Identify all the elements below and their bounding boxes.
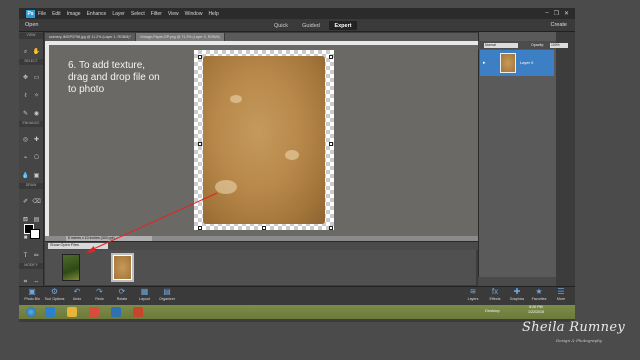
internet-explorer-icon[interactable] (45, 307, 55, 317)
undo-icon: ↶ (73, 287, 81, 296)
presentation-slide: Ps File Edit Image Enhance Layer Select … (0, 0, 640, 360)
more-icon: ☰ (557, 287, 565, 296)
task-label: More (556, 297, 566, 301)
blend-mode-select[interactable]: Normal (484, 43, 518, 48)
photo-bin-icon: ▣ (28, 287, 36, 296)
visibility-eye-icon[interactable]: ▸ (483, 60, 486, 66)
favorites-icon: ★ (535, 287, 543, 296)
system-clock[interactable]: 6:20 PM 1/22/2015 (528, 305, 544, 315)
graphics-icon: ✚ (513, 287, 521, 296)
tool-options-icon: ⚙ (50, 287, 59, 296)
watermark-signature: Sheila Rumney (522, 320, 625, 335)
redo-icon: ↷ (96, 287, 103, 296)
organizer-button[interactable]: ▤ Organizer (154, 287, 180, 302)
layout-icon: ▦ (140, 287, 149, 296)
watermark-subtitle: Design & Photography (556, 338, 603, 343)
task-label: Organizer (159, 297, 175, 301)
opacity-field[interactable]: 100% (550, 43, 568, 48)
windows-start-icon[interactable] (26, 307, 36, 317)
effects-icon: fx (491, 287, 499, 296)
layer-thumbnail (500, 53, 516, 73)
organizer-icon: ▤ (163, 287, 171, 296)
layer-row-layer-0[interactable] (480, 50, 554, 76)
photoshop-elements-icon[interactable] (111, 307, 121, 317)
powerpoint-icon[interactable] (133, 307, 143, 317)
layers-panel-footer (478, 277, 556, 286)
chrome-icon[interactable] (89, 307, 99, 317)
layer-name: Layer 0 (520, 60, 534, 65)
layers-icon: ≋ (469, 287, 477, 296)
rotate-icon: ⟳ (118, 287, 126, 296)
desktop-toolbar-label[interactable]: Desktop (485, 308, 500, 313)
file-explorer-icon[interactable] (67, 307, 77, 317)
more-button[interactable]: ☰ More (548, 287, 574, 302)
opacity-label: Opacity: (531, 43, 545, 47)
clock-date: 1/22/2015 (528, 310, 544, 314)
